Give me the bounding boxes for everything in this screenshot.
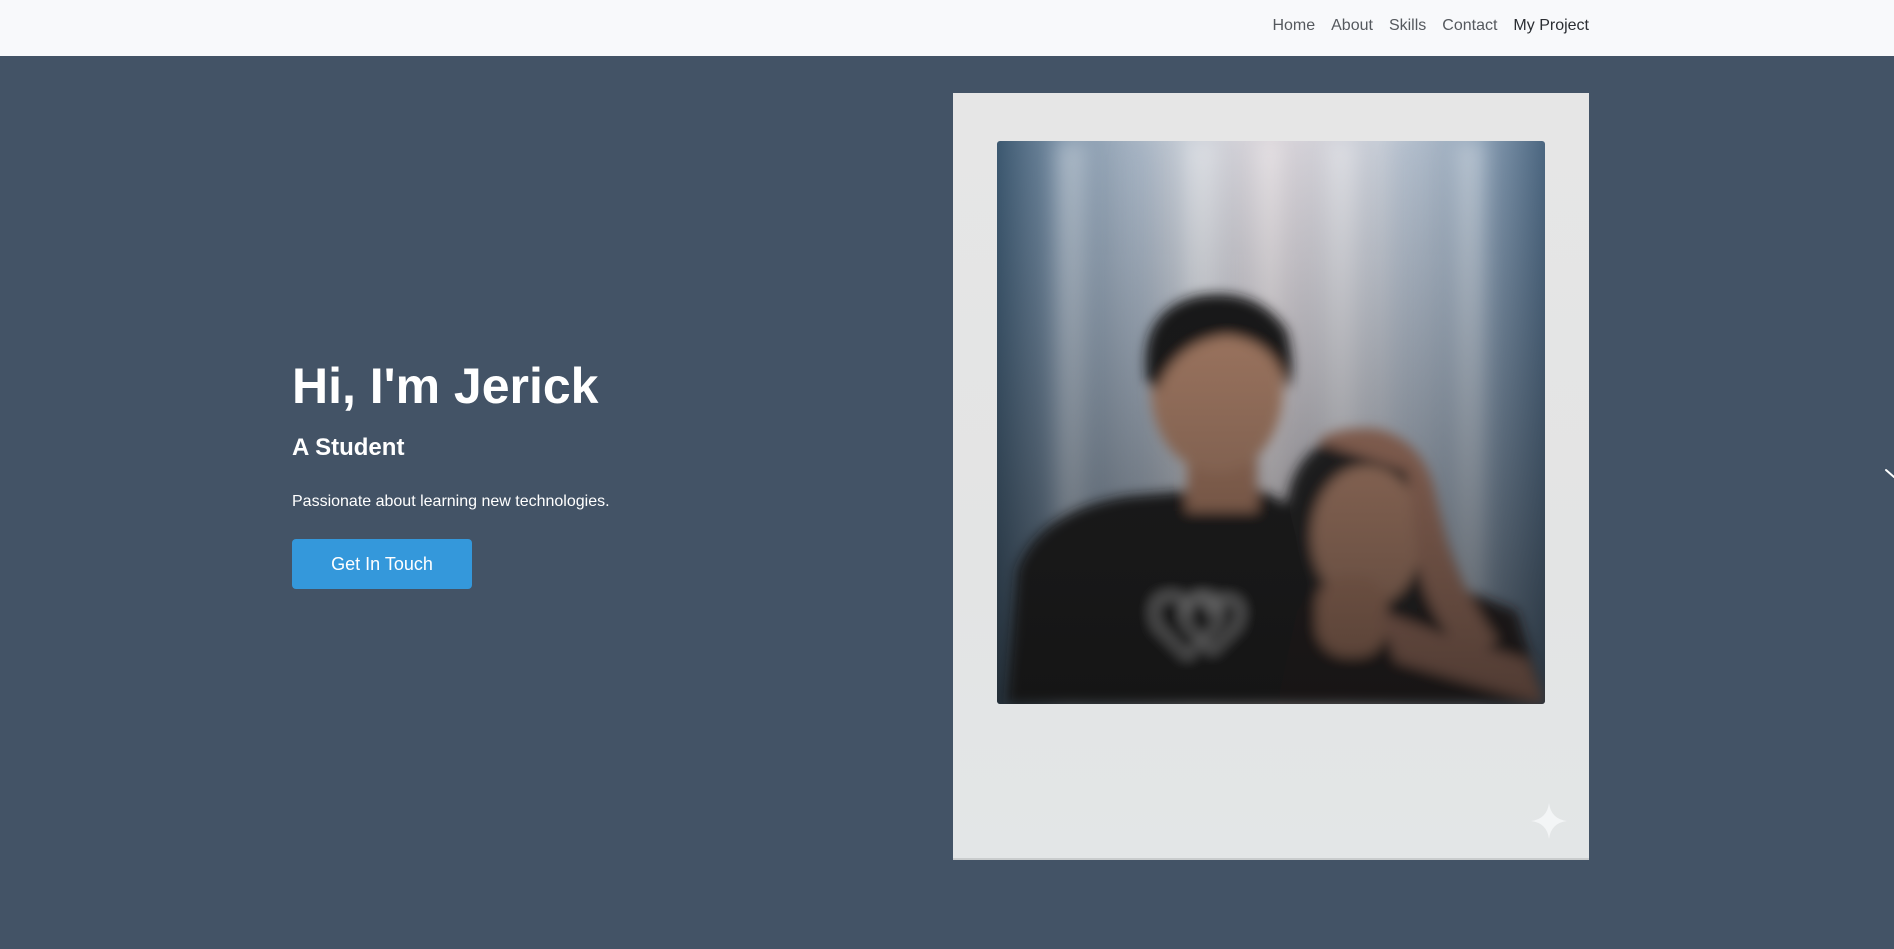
nav-link-about[interactable]: About <box>1331 17 1373 34</box>
nav-link-skills[interactable]: Skills <box>1389 17 1426 34</box>
nav-link-home[interactable]: Home <box>1272 17 1315 34</box>
profile-photo <box>997 141 1545 704</box>
hero-title: Hi, I'm Jerick <box>292 358 599 414</box>
get-in-touch-button[interactable]: Get In Touch <box>292 539 472 589</box>
nav-link-contact[interactable]: Contact <box>1442 17 1497 34</box>
profile-photo-frame <box>953 93 1589 860</box>
nav-item-home: Home <box>1272 17 1315 35</box>
hero-description: Passionate about learning new technologi… <box>292 493 610 510</box>
nav-link-my-project[interactable]: My Project <box>1513 17 1589 34</box>
chevron-right-icon[interactable] <box>1884 468 1894 486</box>
nav-menu: Home About Skills Contact My Project <box>1272 0 1589 52</box>
navbar: Home About Skills Contact My Project <box>0 0 1894 56</box>
hero-subtitle: A Student <box>292 434 405 461</box>
nav-item-contact: Contact <box>1442 17 1497 35</box>
hero-section: Hi, I'm Jerick A Student Passionate abou… <box>292 356 892 589</box>
nav-item-skills: Skills <box>1389 17 1426 35</box>
nav-item-about: About <box>1331 17 1373 35</box>
nav-item-my-project: My Project <box>1513 17 1589 35</box>
sparkle-icon <box>1531 803 1567 839</box>
